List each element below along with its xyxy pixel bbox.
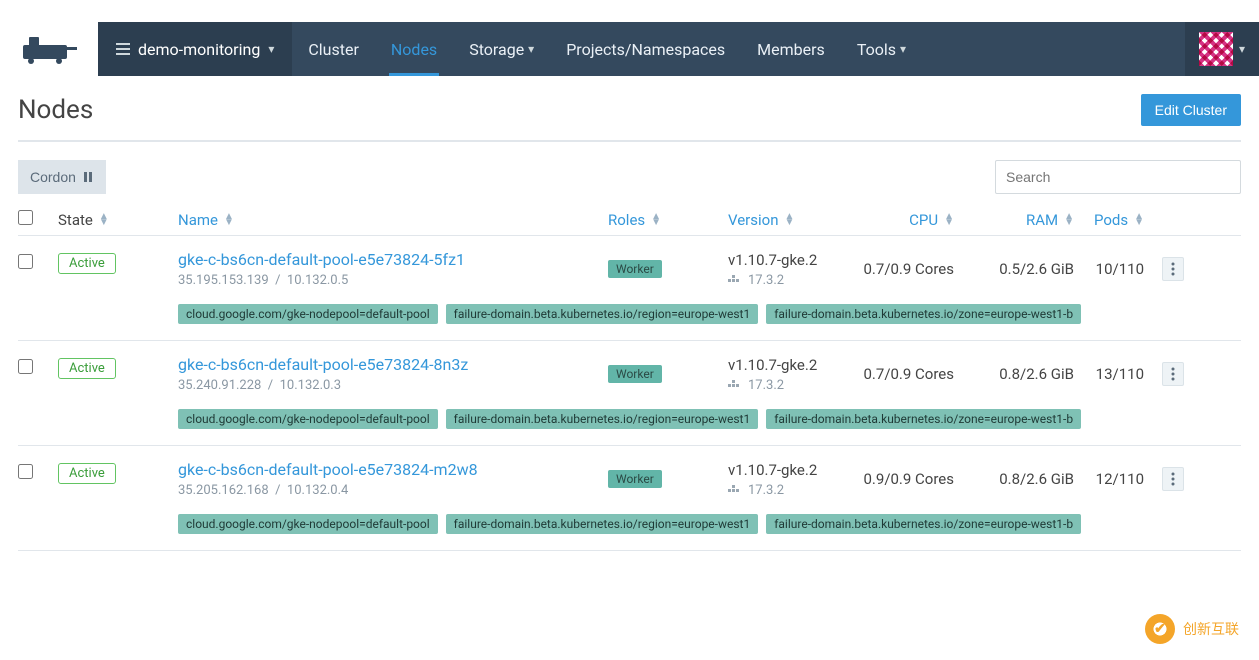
label-pill: cloud.google.com/gke-nodepool=default-po… (178, 409, 438, 429)
sort-icon: ▲▼ (785, 214, 795, 226)
row-checkbox[interactable] (18, 359, 33, 374)
cordon-button[interactable]: Cordon (18, 160, 106, 194)
sort-icon: ▲▼ (1064, 214, 1074, 226)
label-pill: failure-domain.beta.kubernetes.io/zone=e… (766, 304, 1081, 324)
state-badge: Active (58, 358, 116, 379)
k8s-version: v1.10.7-gke.2 (728, 356, 848, 374)
kebab-icon (1171, 262, 1175, 276)
label-pill: failure-domain.beta.kubernetes.io/zone=e… (766, 514, 1081, 534)
pause-icon (82, 171, 94, 183)
chevron-down-icon: ▾ (268, 42, 274, 56)
role-badge: Worker (608, 470, 662, 488)
select-all-checkbox[interactable] (18, 210, 33, 225)
nav-item-storage[interactable]: Storage▾ (453, 22, 550, 76)
avatar (1199, 32, 1233, 66)
pods-cell: 10/110 (1074, 260, 1144, 286)
row-checkbox[interactable] (18, 254, 33, 269)
pods-cell: 12/110 (1074, 470, 1144, 496)
docker-icon (728, 380, 742, 390)
table-row: Active gke-c-bs6cn-default-pool-e5e73824… (18, 446, 1241, 551)
docker-icon (728, 275, 742, 285)
watermark-icon: ✔ (1145, 614, 1175, 644)
pods-cell: 13/110 (1074, 365, 1144, 391)
node-ips: 35.205.162.168 / 10.132.0.4 (178, 483, 608, 498)
nav-item-members[interactable]: Members (741, 22, 841, 76)
cluster-icon (116, 42, 130, 56)
table-row: Active gke-c-bs6cn-default-pool-e5e73824… (18, 236, 1241, 341)
label-pill: cloud.google.com/gke-nodepool=default-po… (178, 514, 438, 534)
cpu-cell: 0.7/0.9 Cores (848, 365, 954, 391)
col-state[interactable]: State ▲▼ (58, 211, 178, 229)
sort-icon: ▲▼ (99, 214, 109, 226)
chevron-down-icon: ▾ (900, 42, 906, 56)
label-pill: failure-domain.beta.kubernetes.io/region… (446, 304, 759, 324)
col-roles[interactable]: Roles ▲▼ (608, 211, 728, 229)
nav-item-nodes[interactable]: Nodes (375, 22, 453, 76)
col-version[interactable]: Version ▲▼ (728, 211, 848, 229)
nav-item-tools[interactable]: Tools▾ (841, 22, 922, 76)
ram-cell: 0.8/2.6 GiB (954, 365, 1074, 391)
docker-version: 17.3.2 (748, 483, 784, 498)
col-ram[interactable]: RAM ▲▼ (954, 211, 1074, 229)
k8s-version: v1.10.7-gke.2 (728, 461, 848, 479)
cordon-label: Cordon (30, 169, 76, 185)
docker-version: 17.3.2 (748, 378, 784, 393)
sort-icon: ▲▼ (651, 214, 661, 226)
watermark-text: 创新互联 (1183, 619, 1239, 639)
row-checkbox[interactable] (18, 464, 33, 479)
sort-icon: ▲▼ (944, 214, 954, 226)
watermark: ✔ 创新互联 (1135, 608, 1249, 650)
ram-cell: 0.8/2.6 GiB (954, 470, 1074, 496)
col-pods[interactable]: Pods ▲▼ (1074, 211, 1144, 229)
label-pill: failure-domain.beta.kubernetes.io/region… (446, 409, 759, 429)
cluster-name: demo-monitoring (138, 40, 260, 59)
cpu-cell: 0.9/0.9 Cores (848, 470, 954, 496)
row-actions-menu[interactable] (1162, 467, 1184, 491)
docker-version: 17.3.2 (748, 273, 784, 288)
node-ips: 35.195.153.139 / 10.132.0.5 (178, 273, 608, 288)
search-input[interactable] (995, 160, 1241, 194)
k8s-version: v1.10.7-gke.2 (728, 251, 848, 269)
node-name-link[interactable]: gke-c-bs6cn-default-pool-e5e73824-8n3z (178, 355, 468, 374)
rancher-logo[interactable] (16, 33, 86, 65)
cluster-selector[interactable]: demo-monitoring ▾ (98, 22, 292, 76)
label-pill: failure-domain.beta.kubernetes.io/region… (446, 514, 759, 534)
ram-cell: 0.5/2.6 GiB (954, 260, 1074, 286)
chevron-down-icon: ▾ (528, 42, 534, 56)
page-title: Nodes (18, 95, 93, 125)
state-badge: Active (58, 463, 116, 484)
node-name-link[interactable]: gke-c-bs6cn-default-pool-e5e73824-5fz1 (178, 250, 465, 269)
row-actions-menu[interactable] (1162, 362, 1184, 386)
kebab-icon (1171, 472, 1175, 486)
nav-item-projects-namespaces[interactable]: Projects/Namespaces (550, 22, 741, 76)
chevron-down-icon: ▾ (1239, 42, 1245, 56)
role-badge: Worker (608, 260, 662, 278)
role-badge: Worker (608, 365, 662, 383)
edit-cluster-button[interactable]: Edit Cluster (1141, 94, 1241, 126)
col-cpu[interactable]: CPU ▲▼ (848, 211, 954, 229)
state-badge: Active (58, 253, 116, 274)
col-name[interactable]: Name ▲▼ (178, 211, 608, 229)
cpu-cell: 0.7/0.9 Cores (848, 260, 954, 286)
table-row: Active gke-c-bs6cn-default-pool-e5e73824… (18, 341, 1241, 446)
node-ips: 35.240.91.228 / 10.132.0.3 (178, 378, 608, 393)
kebab-icon (1171, 367, 1175, 381)
nav-item-cluster[interactable]: Cluster (292, 22, 375, 76)
sort-icon: ▲▼ (224, 214, 234, 226)
node-name-link[interactable]: gke-c-bs6cn-default-pool-e5e73824-m2w8 (178, 460, 478, 479)
label-pill: failure-domain.beta.kubernetes.io/zone=e… (766, 409, 1081, 429)
row-actions-menu[interactable] (1162, 257, 1184, 281)
docker-icon (728, 485, 742, 495)
user-menu[interactable]: ▾ (1185, 22, 1259, 76)
sort-icon: ▲▼ (1134, 214, 1144, 226)
label-pill: cloud.google.com/gke-nodepool=default-po… (178, 304, 438, 324)
